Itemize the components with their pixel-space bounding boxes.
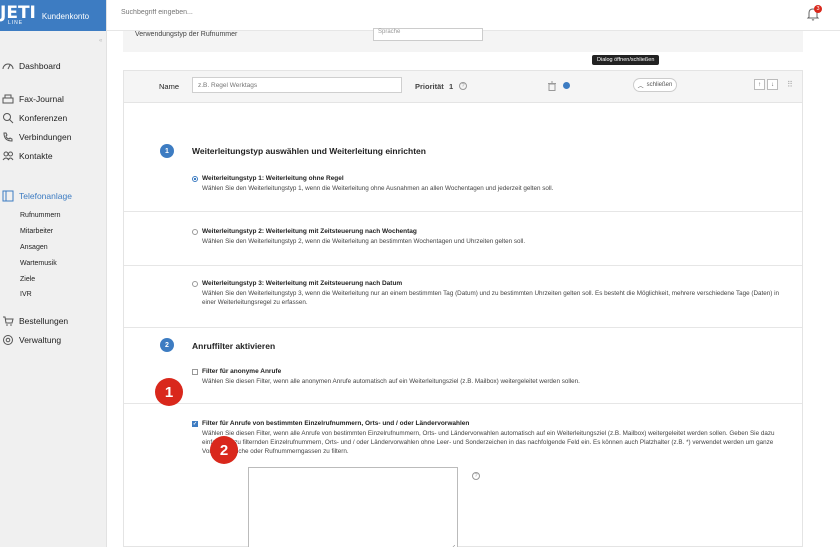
- sidebar-item-label: Verwaltung: [19, 335, 62, 345]
- phone-icon: [3, 132, 13, 142]
- sidebar-subitem-ziele[interactable]: Ziele: [20, 276, 35, 283]
- collapse-sidebar-icon[interactable]: «: [99, 38, 102, 44]
- rule-status-dot[interactable]: [563, 82, 570, 89]
- topbar: 3: [107, 0, 840, 31]
- sidebar-subitem-ansagen[interactable]: Ansagen: [20, 244, 48, 251]
- annotation-badge-1: 1: [155, 378, 183, 406]
- priority-help-icon[interactable]: ?: [459, 82, 467, 90]
- sidebar-subitem-ivr[interactable]: IVR: [20, 291, 32, 298]
- forwarding-type-1-radio[interactable]: [192, 175, 198, 182]
- notification-badge: 3: [814, 5, 822, 13]
- sidebar-item-label: Fax-Journal: [19, 94, 64, 104]
- sidebar-item-label: Dashboard: [19, 61, 61, 71]
- forwarding-type-1-option[interactable]: Weiterleitungstyp 1: Weiterleitung ohne …: [192, 175, 792, 193]
- sidebar-item-verbindungen[interactable]: Verbindungen: [2, 131, 71, 143]
- previous-section-panel: Verwendungstyp der Rufnummer Sprache: [123, 28, 803, 52]
- move-up-button[interactable]: ↑: [754, 79, 765, 90]
- number-prefix-filter[interactable]: ✓ Filter für Anrufe von bestimmten Einzel…: [192, 420, 792, 456]
- annotation-badge-2: 2: [210, 436, 238, 464]
- gear-icon: [3, 335, 13, 345]
- contacts-icon: [2, 151, 14, 161]
- sidebar-item-label: Konferenzen: [19, 113, 68, 123]
- forwarding-type-3-option[interactable]: Weiterleitungstyp 3: Weiterleitung mit Z…: [192, 280, 792, 307]
- sidebar-item-label: Verbindungen: [19, 132, 72, 142]
- filter-title: Filter für Anrufe von bestimmten Einzelr…: [202, 420, 470, 427]
- option-description: Wählen Sie den Weiterleitungstyp 2, wenn…: [202, 238, 526, 245]
- anonymous-calls-filter[interactable]: Filter für anonyme Anrufe Wählen Sie die…: [192, 368, 792, 386]
- sidebar-item-label: Telefonanlage: [19, 191, 72, 201]
- close-rule-button[interactable]: ︿ schließen: [633, 78, 677, 92]
- drag-handle-icon[interactable]: ⠿: [787, 80, 793, 89]
- usage-type-select[interactable]: Sprache: [373, 28, 483, 41]
- option-description: Wählen Sie den Weiterleitungstyp 1, wenn…: [202, 185, 554, 192]
- sidebar-item-konferenzen[interactable]: Konferenzen: [2, 112, 67, 124]
- filter-description: Wählen Sie diesen Filter, wenn alle anon…: [202, 378, 580, 385]
- divider: [124, 265, 802, 266]
- step-2-circle: 2: [160, 338, 174, 352]
- sidebar-subitem-mitarbeiter[interactable]: Mitarbeiter: [20, 228, 53, 235]
- divider: [124, 211, 802, 212]
- sidebar: JETI LINE Kundenkonto « Dashboard Fax-Jo…: [0, 0, 107, 547]
- sidebar-item-label: Kontakte: [19, 151, 53, 161]
- rule-name-label: Name: [159, 82, 180, 91]
- number-filter-checkbox[interactable]: ✓: [192, 420, 198, 427]
- step-1-circle: 1: [160, 144, 174, 158]
- sidebar-item-fax-journal[interactable]: Fax-Journal: [2, 93, 64, 105]
- forwarding-rule-card: Name Priorität 1 ? Dialog öffnen/schließ…: [123, 55, 803, 547]
- dashboard-icon: [2, 63, 14, 70]
- rule-header: Name Priorität 1 ? Dialog öffnen/schließ…: [124, 55, 802, 103]
- option-title: Weiterleitungstyp 1: Weiterleitung ohne …: [202, 175, 344, 182]
- toggle-dialog-tooltip: Dialog öffnen/schließen: [592, 55, 660, 65]
- divider: [124, 403, 802, 404]
- cart-icon: [3, 316, 14, 326]
- forwarding-type-2-radio[interactable]: [192, 228, 198, 235]
- chevron-up-icon: ︿: [637, 83, 644, 90]
- logo-sub-text: LINE: [8, 20, 24, 26]
- logo: JETI LINE: [0, 5, 36, 26]
- trash-icon[interactable]: [547, 81, 557, 91]
- section-1-title: Weiterleitungstyp auswählen und Weiterle…: [192, 146, 426, 156]
- usage-type-label: Verwendungstyp der Rufnummer: [135, 31, 238, 38]
- rule-name-input[interactable]: [192, 77, 402, 93]
- sidebar-item-bestellungen[interactable]: Bestellungen: [2, 315, 68, 327]
- sidebar-item-telefonanlage[interactable]: Telefonanlage: [2, 190, 72, 202]
- sidebar-item-dashboard[interactable]: Dashboard: [2, 60, 61, 72]
- filter-title: Filter für anonyme Anrufe: [202, 368, 282, 375]
- main-content: Verwendungstyp der Rufnummer Sprache Nam…: [107, 28, 840, 547]
- filter-description: Wählen Sie diesen Filter, wenn alle Anru…: [202, 430, 775, 456]
- priority-label: Priorität: [415, 82, 444, 91]
- search-input[interactable]: [121, 9, 321, 16]
- sidebar-item-label: Bestellungen: [19, 316, 69, 326]
- priority-value: 1: [449, 82, 454, 91]
- fax-icon: [2, 94, 14, 104]
- brand-header[interactable]: JETI LINE Kundenkonto: [0, 0, 106, 31]
- option-title: Weiterleitungstyp 2: Weiterleitung mit Z…: [202, 228, 417, 235]
- forwarding-type-2-option[interactable]: Weiterleitungstyp 2: Weiterleitung mit Z…: [192, 228, 792, 246]
- forwarding-type-3-radio[interactable]: [192, 280, 198, 287]
- close-rule-label: schließen: [646, 82, 673, 88]
- sidebar-subitem-wartemusik[interactable]: Wartemusik: [20, 260, 57, 267]
- sidebar-subitem-rufnummern[interactable]: Rufnummern: [20, 212, 60, 219]
- move-down-button[interactable]: ↓: [767, 79, 778, 90]
- conference-icon: [3, 113, 14, 124]
- filter-help-icon[interactable]: ?: [472, 472, 480, 480]
- sidebar-item-kontakte[interactable]: Kontakte: [2, 150, 53, 162]
- pbx-icon: [2, 190, 14, 202]
- option-title: Weiterleitungstyp 3: Weiterleitung mit Z…: [202, 280, 403, 287]
- brand-label: Kundenkonto: [41, 12, 90, 21]
- divider: [124, 327, 802, 328]
- sidebar-item-verwaltung[interactable]: Verwaltung: [2, 334, 61, 346]
- anonymous-filter-checkbox[interactable]: [192, 368, 198, 375]
- section-2-title: Anruffilter aktivieren: [192, 341, 276, 351]
- option-description: Wählen Sie den Weiterleitungstyp 3, wenn…: [202, 290, 780, 307]
- filter-numbers-textarea[interactable]: [248, 467, 458, 547]
